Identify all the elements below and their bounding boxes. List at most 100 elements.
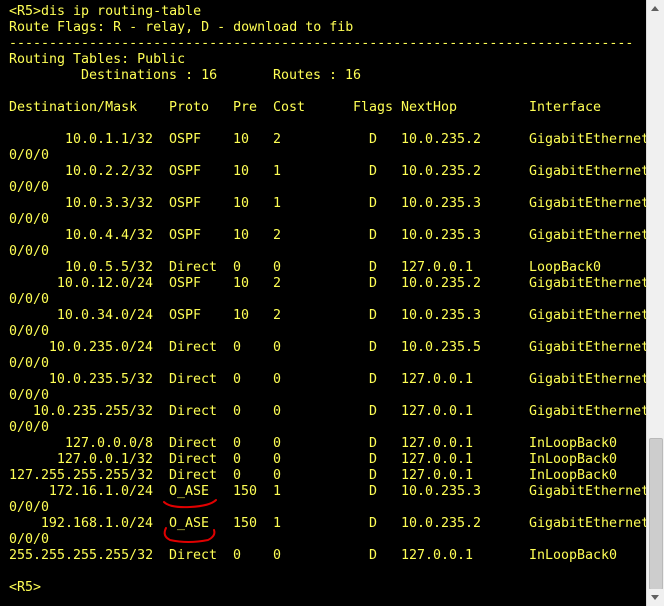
route-nexthop: 127.0.0.1 bbox=[401, 468, 474, 483]
table-row: 172.16.1.0/24 O_ASE 150 1 D 10.0.235.3 Gigabit… bbox=[0, 484, 646, 500]
route-interface-wrap: 0/0/0 bbox=[9, 500, 50, 515]
route-nexthop: 10.0.235.2 bbox=[401, 132, 482, 147]
table-row: 10.0.34.0/24 OSPF 10 2 D 10.0.235.3 GigabitEth… bbox=[0, 308, 646, 324]
prompt[interactable]: <R5> bbox=[9, 580, 41, 596]
route-flags: D bbox=[369, 228, 378, 243]
route-flags: D bbox=[369, 404, 378, 419]
route-flags-line: Route Flags: R - relay, D - download to … bbox=[9, 20, 354, 35]
vertical-scrollbar[interactable] bbox=[646, 0, 664, 606]
table-row: 10.0.235.5/32 Direct 0 0 D 127.0.0.1 GigabitEt… bbox=[0, 372, 646, 388]
route-preference: 0 bbox=[233, 452, 242, 467]
route-preference: 10 bbox=[233, 132, 250, 147]
route-preference: 0 bbox=[233, 436, 242, 451]
route-proto: Direct bbox=[169, 548, 218, 563]
route-preference: 10 bbox=[233, 196, 250, 211]
route-interface: GigabitEthernet bbox=[529, 484, 646, 499]
route-preference: 0 bbox=[233, 340, 242, 355]
route-interface-wrap: 0/0/0 bbox=[9, 420, 50, 435]
route-cost: 0 bbox=[273, 468, 282, 483]
scroll-up-button[interactable] bbox=[647, 0, 664, 17]
route-cost: 0 bbox=[273, 260, 282, 275]
destinations-count: Destinations : 16 bbox=[81, 68, 218, 83]
route-proto: OSPF bbox=[169, 132, 202, 147]
route-nexthop: 10.0.235.3 bbox=[401, 484, 482, 499]
route-nexthop: 127.0.0.1 bbox=[401, 372, 474, 387]
route-preference: 0 bbox=[233, 260, 242, 275]
scroll-down-button[interactable] bbox=[647, 589, 664, 606]
route-nexthop: 127.0.0.1 bbox=[401, 548, 474, 563]
route-destination: 172.16.1.0/24 bbox=[48, 484, 153, 499]
command-line: <R5>dis ip routing-table bbox=[9, 4, 202, 19]
route-interface: InLoopBack0 bbox=[529, 468, 618, 483]
route-preference: 10 bbox=[233, 164, 250, 179]
table-row: 10.0.4.4/32 OSPF 10 2 D 10.0.235.3 GigabitEthe… bbox=[0, 228, 646, 244]
table-row: 127.0.0.1/32 Direct 0 0 D 127.0.0.1 InLoopBack… bbox=[0, 452, 646, 468]
route-destination: 10.0.34.0/24 bbox=[56, 308, 153, 323]
route-nexthop: 10.0.235.2 bbox=[401, 276, 482, 291]
routing-tables-line: Routing Tables: Public bbox=[9, 52, 186, 67]
route-cost: 0 bbox=[273, 436, 282, 451]
route-nexthop: 127.0.0.1 bbox=[401, 260, 474, 275]
route-interface-wrap: 0/0/0 bbox=[9, 356, 50, 371]
route-proto: Direct bbox=[169, 436, 218, 451]
route-destination: 127.0.0.0/8 bbox=[64, 436, 153, 451]
table-row: 10.0.2.2/32 OSPF 10 1 D 10.0.235.2 GigabitEthe… bbox=[0, 164, 646, 180]
route-flags: D bbox=[369, 372, 378, 387]
route-interface-wrap: 0/0/0 bbox=[9, 388, 50, 403]
route-interface: GigabitEthernet bbox=[529, 132, 646, 147]
table-row: 10.0.235.0/24 Direct 0 0 D 10.0.235.5 GigabitE… bbox=[0, 340, 646, 356]
table-row: 127.255.255.255/32 Direct 0 0 D 127.0.0.1 InLo… bbox=[0, 468, 646, 484]
route-nexthop: 127.0.0.1 bbox=[401, 452, 474, 467]
separator-line: ----------------------------------------… bbox=[9, 36, 634, 51]
route-nexthop: 10.0.235.2 bbox=[401, 516, 482, 531]
route-interface: InLoopBack0 bbox=[529, 548, 618, 563]
route-interface: GigabitEthernet bbox=[529, 228, 646, 243]
route-cost: 0 bbox=[273, 404, 282, 419]
header-proto: Proto bbox=[169, 100, 210, 115]
route-destination: 127.0.0.1/32 bbox=[56, 452, 153, 467]
route-destination: 10.0.12.0/24 bbox=[56, 276, 153, 291]
table-row: 10.0.1.1/32 OSPF 10 2 D 10.0.235.2 GigabitEthe… bbox=[0, 132, 646, 148]
route-destination: 10.0.4.4/32 bbox=[64, 228, 153, 243]
route-cost: 2 bbox=[273, 276, 282, 291]
route-interface-wrap: 0/0/0 bbox=[9, 180, 50, 195]
route-proto: Direct bbox=[169, 260, 218, 275]
route-flags: D bbox=[369, 484, 378, 499]
route-proto: OSPF bbox=[169, 228, 202, 243]
route-flags: D bbox=[369, 260, 378, 275]
route-cost: 1 bbox=[273, 484, 282, 499]
route-preference: 0 bbox=[233, 468, 242, 483]
route-destination: 10.0.235.5/32 bbox=[48, 372, 153, 387]
route-destination: 10.0.235.0/24 bbox=[48, 340, 153, 355]
header-interface: Interface bbox=[529, 100, 602, 115]
route-cost: 0 bbox=[273, 452, 282, 467]
route-cost: 2 bbox=[273, 132, 282, 147]
route-flags: D bbox=[369, 196, 378, 211]
table-row: 192.168.1.0/24 O_ASE 150 1 D 10.0.235.2 Gigabi… bbox=[0, 516, 646, 532]
route-cost: 2 bbox=[273, 308, 282, 323]
route-proto: O_ASE bbox=[169, 484, 210, 499]
route-interface: GigabitEthernet bbox=[529, 372, 646, 387]
route-proto: Direct bbox=[169, 372, 218, 387]
route-proto: OSPF bbox=[169, 196, 202, 211]
route-preference: 10 bbox=[233, 308, 250, 323]
route-proto: OSPF bbox=[169, 164, 202, 179]
routes-count: Routes : 16 bbox=[273, 68, 362, 83]
route-proto: Direct bbox=[169, 404, 218, 419]
route-interface-wrap: 0/0/0 bbox=[9, 532, 50, 547]
route-flags: D bbox=[369, 164, 378, 179]
route-flags: D bbox=[369, 516, 378, 531]
route-interface-wrap: 0/0/0 bbox=[9, 324, 50, 339]
table-row: 10.0.235.255/32 Direct 0 0 D 127.0.0.1 Gigabit… bbox=[0, 404, 646, 420]
route-preference: 10 bbox=[233, 276, 250, 291]
route-proto: Direct bbox=[169, 452, 218, 467]
route-cost: 0 bbox=[273, 372, 282, 387]
route-interface: InLoopBack0 bbox=[529, 452, 618, 467]
terminal-window[interactable]: <R5>dis ip routing-table Route Flags: R … bbox=[0, 0, 646, 606]
table-row: 255.255.255.255/32 Direct 0 0 D 127.0.0.1 InLo… bbox=[0, 548, 646, 564]
route-cost: 0 bbox=[273, 340, 282, 355]
route-cost: 2 bbox=[273, 228, 282, 243]
route-flags: D bbox=[369, 468, 378, 483]
scrollbar-thumb[interactable] bbox=[649, 438, 663, 590]
route-flags: D bbox=[369, 548, 378, 563]
